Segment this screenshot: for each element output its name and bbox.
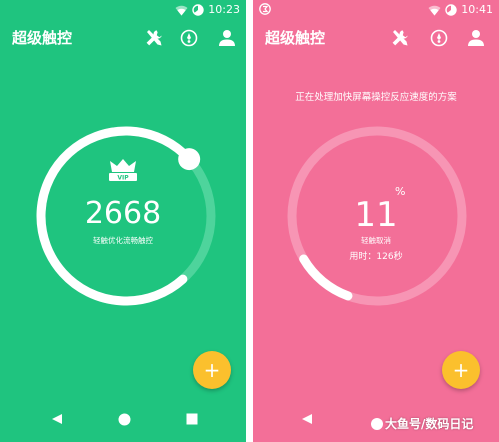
watermark-text: 大鱼号/数码日记 [385,417,474,431]
ring-handle[interactable] [178,148,201,171]
status-time: 10:41 [461,3,493,16]
nav-recent-button[interactable] [183,410,201,428]
app-bar: 超级触控 [0,20,246,58]
phone-screen-right: 10:41 超级触控 正在处理加快屏幕操控反应速度的方案 11 % 轻触取消 用… [253,0,499,442]
percent-sign: % [395,185,406,198]
app-notification-icon [259,3,271,15]
user-button[interactable] [465,27,487,49]
add-button[interactable]: + [442,351,480,389]
wrench-screwdriver-icon [392,30,408,46]
status-time: 10:23 [208,3,240,16]
watermark: 大鱼号/数码日记 [371,414,499,434]
home-circle-icon [118,413,130,425]
tools-button[interactable] [143,27,165,49]
nav-home-button[interactable] [115,410,133,428]
touch-score: 2668 [84,196,162,231]
progress-percent-value: 11 [354,195,398,235]
cancel-caption[interactable]: 轻触取消 [253,236,499,246]
wrench-screwdriver-icon [146,30,162,46]
app-title: 超级触控 [265,29,326,47]
crown-icon: VIP [109,159,137,182]
user-button[interactable] [216,27,238,49]
nav-back-button[interactable] [48,410,66,428]
elapsed-time: 用时：126秒 [349,252,403,262]
status-bar: 10:23 [0,0,246,20]
tools-button[interactable] [389,27,411,49]
wifi-icon [428,5,441,15]
ring-caption: 轻触优化流畅触控 [93,236,153,245]
speed-button[interactable] [428,27,450,49]
person-icon [468,30,484,46]
app-bar: 超级触控 [253,20,499,58]
recents-square-icon [186,413,198,425]
nav-back-button[interactable] [298,410,316,428]
speed-gauge-icon [430,29,448,47]
navigation-bar [0,396,246,442]
processing-message: 正在处理加快屏幕操控反应速度的方案 [295,92,457,103]
screenshot-divider [246,0,253,442]
watermark-logo-icon [371,418,383,430]
app-title: 超级触控 [12,29,73,47]
person-icon [219,30,235,46]
ring-progress-arc [299,254,353,301]
add-button[interactable]: + [193,351,231,389]
speed-button[interactable] [178,27,200,49]
back-triangle-icon [302,414,312,424]
status-bar: 10:41 [253,0,499,20]
battery-icon [192,4,204,16]
plus-icon: + [452,358,470,382]
crown-badge-text: VIP [117,175,129,182]
plus-icon: + [203,358,221,382]
battery-icon [445,4,457,16]
speed-gauge-icon [180,29,198,47]
wifi-icon [175,5,188,15]
phone-screen-left: 10:23 超级触控 VIP 2668 轻触优化流畅触控 + [0,0,246,442]
back-triangle-icon [52,414,62,424]
